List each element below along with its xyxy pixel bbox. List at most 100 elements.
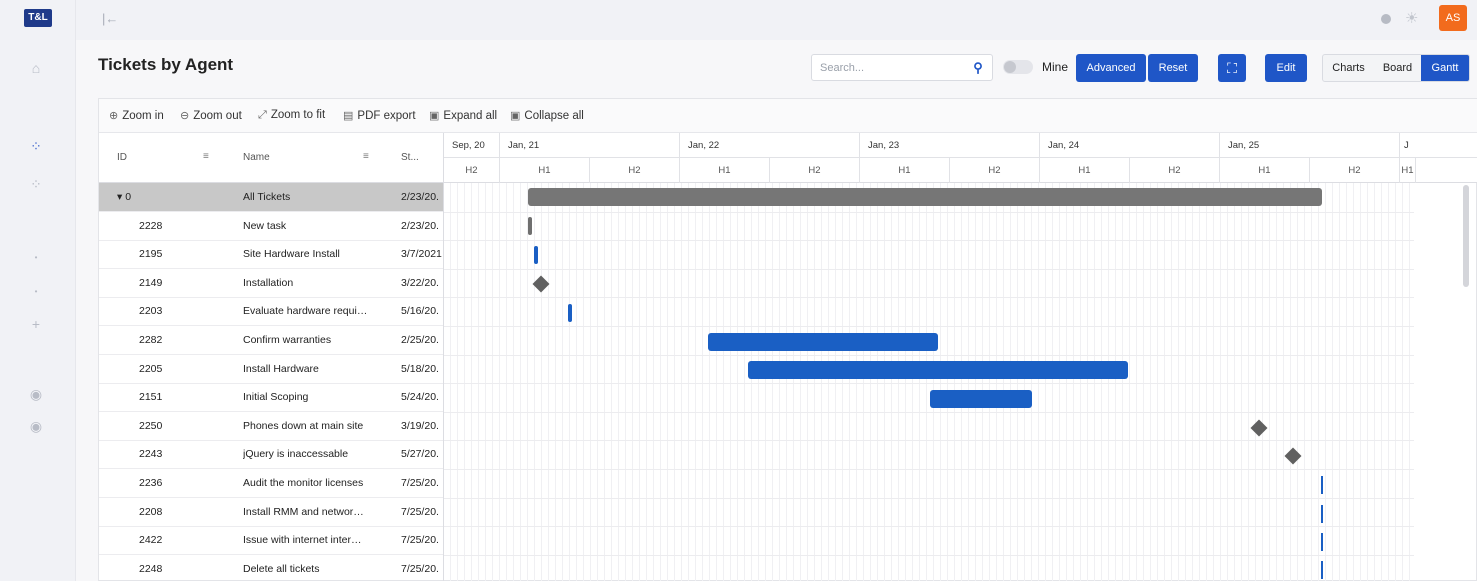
table-row[interactable]: 2282 Confirm warranties 2/25/20. [99, 326, 443, 355]
filter-icon[interactable]: ≡ [363, 151, 369, 162]
task-marker[interactable] [1321, 561, 1323, 579]
table-row[interactable]: 2149 Installation 3/22/20. [99, 269, 443, 298]
table-row[interactable]: 2205 Install Hardware 5/18/20. [99, 355, 443, 384]
half-year-label: H2 [950, 158, 1040, 183]
table-row-parent[interactable]: ▾ 0 All Tickets 2/23/20. [99, 183, 443, 212]
tab-board[interactable]: Board [1374, 55, 1421, 81]
pdf-export-button[interactable]: ▤ PDF export [343, 109, 416, 122]
gantt-toolbar: ⊕ Zoom in ⊖ Zoom out ⤢ Zoom to fit ▤ PDF exp… [99, 99, 1477, 133]
theme-sun-icon[interactable]: ☀ [1405, 9, 1418, 27]
year-label: J [1400, 133, 1477, 158]
search-icon[interactable]: ⚲ [964, 55, 992, 80]
app-logo[interactable]: T&L [24, 9, 52, 27]
table-row[interactable]: 2248 Delete all tickets 7/25/20. [99, 555, 443, 581]
collapse-sidebar-icon[interactable]: |← [102, 11, 118, 26]
fullscreen-icon: ⛶ [1227, 60, 1237, 76]
half-year-label: H2 [1130, 158, 1220, 183]
cell-name: jQuery is inaccessable [243, 448, 349, 461]
column-id[interactable]: ID [117, 152, 127, 163]
pdf-icon: ▤ [343, 110, 354, 122]
cell-id: 2205 [139, 362, 163, 375]
task-marker[interactable] [1321, 533, 1323, 551]
zoom-in-label: Zoom in [122, 110, 164, 122]
cell-start: 3/22/20. [401, 276, 439, 289]
mine-label: Mine [1042, 60, 1069, 74]
collapse-all-button[interactable]: ▣ Collapse all [510, 109, 584, 122]
zoom-in-button[interactable]: ⊕ Zoom in [109, 109, 164, 122]
table-row[interactable]: 2228 New task 2/23/20. [99, 212, 443, 241]
zoom-out-label: Zoom out [193, 110, 242, 122]
table-row[interactable]: 2203 Evaluate hardware requir... 5/16/20. [99, 297, 443, 327]
task-bar[interactable] [534, 246, 538, 264]
plus-icon[interactable]: + [28, 316, 44, 332]
fit-icon: ⤢ [258, 109, 267, 121]
table-row[interactable]: 2422 Issue with internet interm... 7/25/20… [99, 526, 443, 556]
upload-icon[interactable]: ◉ [28, 386, 44, 402]
task-bar[interactable] [568, 304, 572, 322]
table-row[interactable]: 2243 jQuery is inaccessable 5/27/20. [99, 440, 443, 470]
cell-name: Confirm warranties [243, 334, 332, 346]
cell-name: Delete all tickets [243, 562, 320, 575]
table-row[interactable]: 2195 Site Hardware Install 3/7/2021 [99, 240, 443, 270]
main-panel: Tickets by Agent ⚲ Mine Advanced Reset ⛶… [76, 40, 1477, 581]
half-year-label: H2 [444, 158, 500, 183]
table-row[interactable]: 2208 Install RMM and network ... 7/25/20. [99, 498, 443, 527]
table-row[interactable]: 2151 Initial Scoping 5/24/20. [99, 383, 443, 413]
vertical-scrollbar[interactable] [1463, 185, 1469, 287]
advanced-button[interactable]: Advanced [1076, 54, 1146, 82]
cell-id: 2250 [139, 419, 163, 432]
timeline-body [444, 183, 1414, 581]
task-bar[interactable] [708, 333, 938, 351]
home-icon[interactable]: ⌂ [28, 60, 44, 76]
summary-bar[interactable] [528, 188, 1322, 206]
tab-gantt[interactable]: Gantt [1421, 55, 1469, 81]
timeline-row-line [444, 211, 1414, 213]
fullscreen-button[interactable]: ⛶ [1218, 54, 1246, 82]
zoom-to-fit-button[interactable]: ⤢ Zoom to fit [258, 109, 325, 122]
cell-id: 2248 [139, 562, 163, 575]
timeline-row-line [444, 469, 1414, 470]
timeline-row-line [444, 354, 1414, 356]
cell-id: 2208 [139, 505, 163, 518]
dots-icon[interactable]: ⁘ [28, 138, 44, 154]
column-name[interactable]: Name [243, 152, 270, 163]
filter-icon[interactable]: ≡ [203, 151, 209, 162]
milestone-marker[interactable] [1250, 419, 1268, 437]
task-bar[interactable] [748, 361, 1128, 379]
reset-button[interactable]: Reset [1148, 54, 1198, 82]
cell-id: 2149 [139, 276, 163, 289]
cell-name: Phones down at main site [243, 419, 364, 432]
table-row[interactable]: 2250 Phones down at main site 3/19/20. [99, 412, 443, 441]
half-year-label: H1 [860, 158, 950, 183]
timeline-row-line [444, 326, 1414, 327]
table-row[interactable]: 2236 Audit the monitor licenses 7/25/20. [99, 469, 443, 498]
edit-button[interactable]: Edit [1265, 54, 1307, 82]
expand-caret-icon[interactable]: ▾ [117, 191, 125, 203]
cell-id: 2195 [139, 248, 163, 261]
nav-dot-icon[interactable]: • [28, 284, 44, 300]
expand-all-button[interactable]: ▣ Expand all [429, 109, 497, 122]
settings-icon[interactable]: ◉ [28, 418, 44, 434]
cell-start: 2/23/20. [401, 191, 439, 203]
task-bar[interactable] [930, 390, 1032, 408]
mine-toggle[interactable] [1003, 60, 1033, 74]
zoom-out-button[interactable]: ⊖ Zoom out [180, 109, 242, 122]
task-marker[interactable] [1321, 476, 1323, 494]
milestone-marker[interactable] [1284, 447, 1302, 465]
task-bar[interactable] [528, 217, 532, 235]
tab-charts[interactable]: Charts [1323, 55, 1374, 81]
users-icon[interactable]: ⁘ [28, 176, 44, 192]
task-marker[interactable] [1321, 505, 1323, 523]
task-grid: ID ≡ Name ≡ St... ▾ 0 All Tickets 2/23/20.… [99, 133, 444, 581]
top-bar: |← ☀ AS [76, 0, 1477, 40]
timeline-row-line [444, 383, 1414, 385]
cell-start: 5/16/20. [401, 305, 439, 318]
milestone-marker[interactable] [532, 275, 550, 293]
year-label: Jan, 22 [680, 133, 860, 158]
column-start[interactable]: St... [401, 152, 419, 163]
nav-dot-icon[interactable]: • [28, 250, 44, 266]
avatar[interactable]: AS [1439, 5, 1467, 31]
half-year-label: H2 [1310, 158, 1400, 183]
cell-start: 2/23/20. [401, 219, 439, 232]
cell-start: 3/7/2021 [401, 248, 442, 261]
